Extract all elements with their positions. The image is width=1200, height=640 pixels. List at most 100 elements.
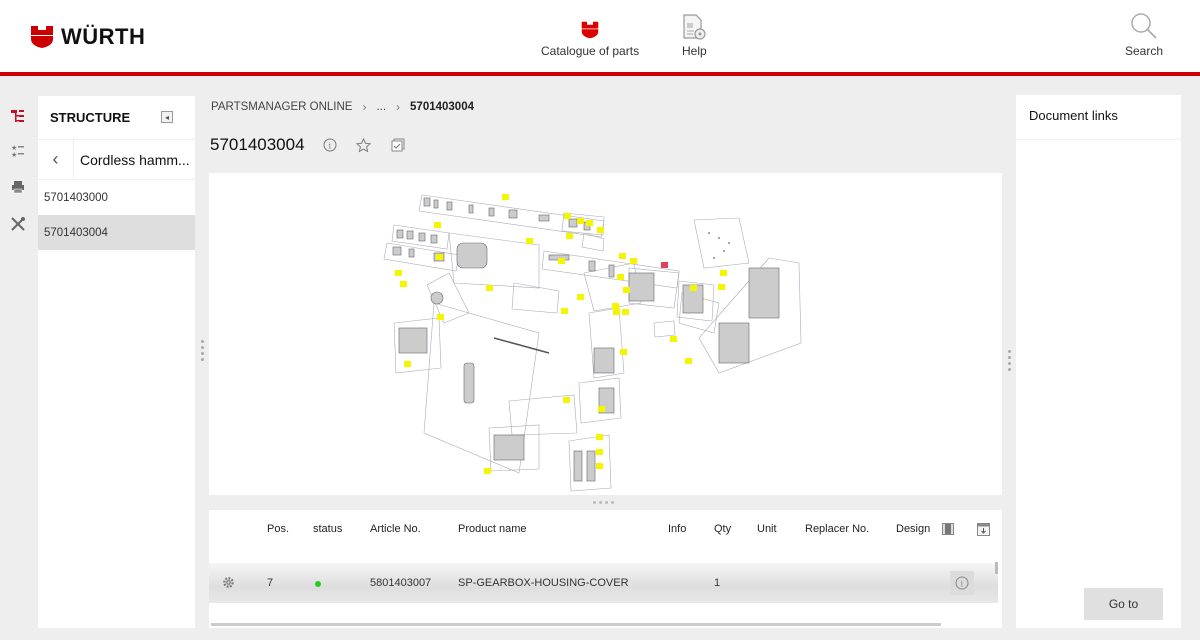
row-info-button[interactable]: i (950, 571, 974, 595)
breadcrumb-current: 5701403004 (410, 101, 474, 113)
structure-title: STRUCTURE (50, 110, 131, 125)
add-to-list-icon[interactable] (387, 134, 409, 156)
position-callout-highlighted[interactable] (661, 262, 668, 268)
go-to-button[interactable]: Go to (1084, 588, 1163, 620)
position-callout[interactable] (596, 449, 603, 455)
table-row[interactable]: 7 5801403007 SP-GEARBOX-HOUSING-COVER 1 … (209, 563, 998, 603)
collapse-panel-button[interactable]: ◂ (161, 111, 173, 123)
nav-search[interactable]: Search (1125, 12, 1163, 58)
tree-item[interactable]: 5701403000 (38, 180, 195, 215)
position-callout[interactable] (395, 270, 402, 276)
column-header-qty[interactable]: Qty (714, 523, 731, 535)
position-callout[interactable] (690, 285, 697, 291)
structure-tree-icon[interactable] (10, 108, 26, 124)
svg-text:i: i (328, 142, 331, 151)
nav-catalogue-of-parts[interactable]: Catalogue of parts (541, 12, 639, 58)
position-callout[interactable] (561, 308, 568, 314)
position-callout[interactable] (577, 218, 584, 224)
collapse-arrow-icon: ◂ (164, 112, 169, 122)
position-callout[interactable] (622, 309, 629, 315)
cell-qty: 1 (714, 577, 721, 589)
wurth-shield-icon (31, 26, 53, 48)
breadcrumb-separator-icon: › (396, 100, 401, 114)
structure-header: STRUCTURE ◂ (38, 96, 195, 140)
position-callout[interactable] (586, 220, 593, 226)
header-accent-line (0, 72, 1200, 76)
column-header-status[interactable]: status (313, 523, 342, 535)
structure-back-row[interactable]: ‹ Cordless hamm... (38, 139, 195, 180)
right-splitter-handle[interactable] (1007, 350, 1011, 371)
column-chooser-icon[interactable] (942, 523, 954, 538)
position-callout[interactable] (564, 213, 571, 219)
position-callout[interactable] (630, 258, 637, 264)
position-callout[interactable] (670, 336, 677, 342)
exploded-view-drawing[interactable] (209, 173, 1002, 495)
breadcrumb-separator-icon: › (362, 100, 367, 114)
favorite-star-icon[interactable] (353, 134, 375, 156)
position-callout[interactable] (613, 309, 620, 315)
position-callout[interactable] (720, 270, 727, 276)
position-callout[interactable] (436, 254, 443, 260)
position-callout[interactable] (598, 406, 605, 412)
wurth-logo[interactable]: WÜRTH (30, 24, 145, 50)
column-header-replacer-no[interactable]: Replacer No. (805, 523, 869, 535)
back-button[interactable]: ‹ (38, 139, 74, 180)
breadcrumb-ellipsis[interactable]: ... (376, 101, 386, 113)
position-callout[interactable] (502, 194, 509, 200)
nav-help[interactable]: Help (682, 12, 707, 58)
position-callout[interactable] (718, 284, 725, 290)
svg-text:★: ★ (11, 151, 17, 158)
structure-panel: STRUCTURE ◂ ‹ Cordless hamm... 570140300… (38, 96, 195, 628)
position-callout[interactable] (596, 434, 603, 440)
position-callout[interactable] (484, 468, 491, 474)
column-header-unit[interactable]: Unit (757, 523, 777, 535)
position-callout[interactable] (620, 349, 627, 355)
column-header-product-name[interactable]: Product name (458, 523, 526, 535)
vertical-scrollbar[interactable] (995, 562, 998, 574)
column-header-design[interactable]: Design (896, 523, 930, 535)
table-header: Pos. status Article No. Product name Inf… (209, 510, 1002, 548)
chevron-left-icon: ‹ (52, 149, 59, 169)
position-callout[interactable] (400, 281, 407, 287)
position-callout[interactable] (526, 238, 533, 244)
left-splitter-handle[interactable] (200, 340, 204, 361)
position-callout[interactable] (437, 314, 444, 320)
position-callout[interactable] (619, 253, 626, 259)
status-available-indicator (315, 581, 321, 587)
export-icon[interactable] (977, 523, 990, 539)
horizontal-splitter-handle[interactable] (593, 501, 614, 504)
horizontal-scrollbar[interactable] (211, 623, 941, 626)
top-header: WÜRTH Catalogue of parts Help Search (0, 0, 1200, 72)
cell-pos: 7 (267, 577, 274, 589)
favorites-list-icon[interactable]: ★ ★ (10, 143, 26, 159)
position-callout[interactable] (404, 361, 411, 367)
column-header-article-no[interactable]: Article No. (370, 523, 421, 535)
position-callout[interactable] (617, 274, 624, 280)
row-settings-gear-icon[interactable] (222, 576, 235, 592)
page-title-row: 5701403004 i (210, 134, 421, 156)
column-header-pos[interactable]: Pos. (267, 523, 289, 535)
cell-article-no[interactable]: 5801403007 (370, 577, 431, 589)
position-callout[interactable] (577, 294, 584, 300)
position-callout[interactable] (563, 397, 570, 403)
page-title: 5701403004 (210, 135, 305, 154)
position-callout[interactable] (596, 463, 603, 469)
tools-icon[interactable] (10, 216, 26, 232)
position-callout[interactable] (566, 233, 573, 239)
position-callout[interactable] (597, 227, 604, 233)
nav-label: Search (1125, 44, 1164, 58)
breadcrumb-root[interactable]: PARTSMANAGER ONLINE (211, 101, 352, 113)
position-callout[interactable] (685, 358, 692, 364)
print-icon[interactable] (10, 179, 26, 195)
position-callout[interactable] (434, 222, 441, 228)
document-links-title: Document links (1016, 95, 1181, 140)
tree-item-selected[interactable]: 5701403004 (38, 215, 195, 250)
position-callout[interactable] (623, 287, 630, 293)
breadcrumb: PARTSMANAGER ONLINE › ... › 5701403004 (211, 100, 474, 114)
column-header-info[interactable]: Info (668, 523, 686, 535)
nav-label: Help (682, 44, 707, 58)
exploded-diagram[interactable] (209, 173, 1002, 495)
position-callout[interactable] (558, 258, 565, 264)
position-callout[interactable] (486, 285, 493, 291)
info-icon[interactable]: i (319, 134, 341, 156)
